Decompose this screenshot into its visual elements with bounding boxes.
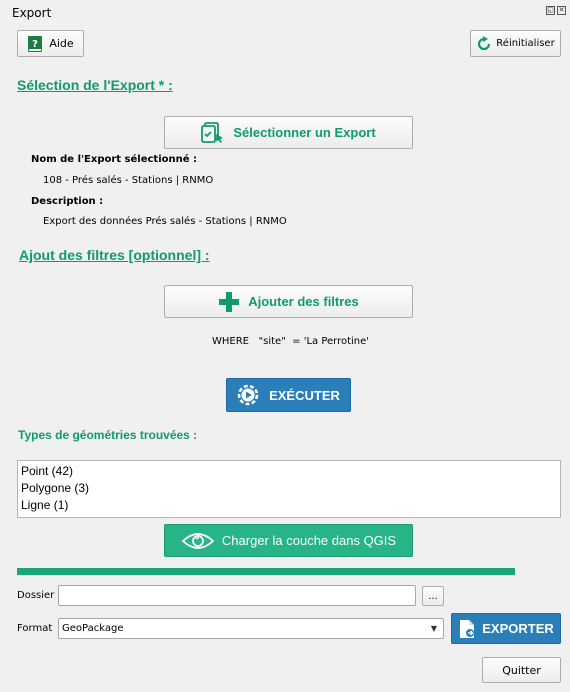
title-bar: Export ◱ ✕ <box>0 0 570 26</box>
eye-icon <box>181 532 215 549</box>
list-item[interactable]: Polygone (3) <box>21 480 557 497</box>
reset-button[interactable]: Réinitialiser <box>470 30 561 57</box>
plus-icon <box>219 291 240 312</box>
description-label: Description : <box>31 196 104 207</box>
load-layer-label: Charger la couche dans QGIS <box>221 533 397 548</box>
browse-button[interactable]: ... <box>422 586 444 606</box>
gear-play-icon <box>237 384 259 406</box>
description-value: Export des données Prés salés - Stations… <box>43 216 287 227</box>
float-icon[interactable]: ◱ <box>546 6 555 15</box>
progress-bar <box>17 568 515 575</box>
chevron-down-icon: ▼ <box>430 624 437 633</box>
list-item[interactable]: Point (42) <box>21 463 557 480</box>
filters-section-title: Ajout des filtres [optionnel] : <box>19 247 210 263</box>
execute-button[interactable]: EXÉCUTER <box>226 378 351 412</box>
add-filters-label: Ajouter des filtres <box>248 294 359 309</box>
geometries-title: Types de géométries trouvées : <box>18 428 198 442</box>
help-button[interactable]: ? Aide <box>17 30 84 57</box>
where-clause: WHERE "site" = 'La Perrotine' <box>212 336 370 347</box>
help-book-icon: ? <box>28 35 43 52</box>
window-controls: ◱ ✕ <box>546 6 566 15</box>
format-select[interactable]: GeoPackage ▼ <box>58 618 444 639</box>
browse-label: ... <box>428 590 438 602</box>
help-label: Aide <box>49 37 74 50</box>
select-document-icon <box>201 121 224 143</box>
reset-label: Réinitialiser <box>496 38 555 49</box>
quit-button[interactable]: Quitter <box>482 657 561 683</box>
window-title: Export <box>12 6 52 20</box>
file-export-icon <box>460 619 475 638</box>
folder-label: Dossier <box>17 590 55 601</box>
export-name-label: Nom de l'Export sélectionné : <box>31 154 198 165</box>
selection-section-title: Sélection de l'Export * : <box>17 77 173 93</box>
folder-input[interactable] <box>58 585 416 606</box>
export-name-value: 108 - Prés salés - Stations | RNMO <box>43 175 214 186</box>
export-button[interactable]: EXPORTER <box>451 613 561 644</box>
load-layer-button[interactable]: Charger la couche dans QGIS <box>164 524 413 557</box>
geometry-list[interactable]: Point (42) Polygone (3) Ligne (1) <box>17 460 561 518</box>
list-item[interactable]: Ligne (1) <box>21 497 557 514</box>
execute-label: EXÉCUTER <box>269 387 340 403</box>
format-value: GeoPackage <box>62 623 124 634</box>
close-icon[interactable]: ✕ <box>557 6 566 15</box>
progress-fill <box>17 568 515 575</box>
select-export-label: Sélectionner un Export <box>233 125 376 140</box>
format-label: Format <box>17 623 53 634</box>
add-filters-button[interactable]: Ajouter des filtres <box>164 285 413 318</box>
export-label: EXPORTER <box>482 621 554 636</box>
svg-text:?: ? <box>32 39 38 50</box>
quit-label: Quitter <box>502 663 541 677</box>
select-export-button[interactable]: Sélectionner un Export <box>164 116 413 149</box>
refresh-icon <box>478 35 491 50</box>
